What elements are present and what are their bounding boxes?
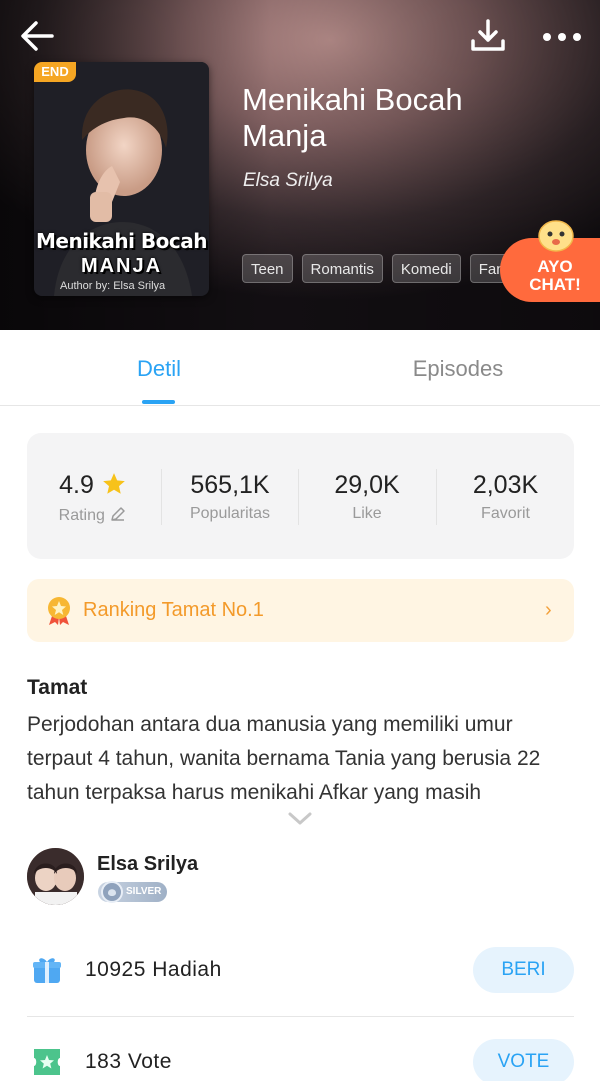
download-button[interactable] (468, 16, 508, 56)
book-title: Menikahi Bocah Manja (242, 82, 463, 153)
avatar-image (27, 848, 84, 905)
like-value: 29,0K (334, 471, 400, 499)
row-divider (27, 1016, 574, 1017)
genre-tag[interactable]: Komedi (391, 254, 461, 283)
more-options-button[interactable] (538, 20, 586, 54)
ranking-banner[interactable]: Ranking Tamat No.1 › (27, 579, 574, 642)
synopsis-text: Perjodohan antara dua manusia yang memil… (27, 713, 541, 804)
chevron-right-icon: › (545, 599, 552, 621)
book-cover[interactable]: END Menikahi Bocah MANJA Author by: Elsa… (34, 62, 209, 296)
rating-value: 4.9 (59, 471, 94, 499)
vote-ticket-icon (34, 1049, 60, 1075)
book-author[interactable]: Elsa Srilya (243, 170, 333, 192)
star-icon (103, 473, 125, 494)
stat-popularitas: 565,1K Popularitas (162, 433, 298, 559)
stat-rating[interactable]: 4.9 Rating (27, 433, 159, 559)
ranking-label: Ranking Tamat No.1 (83, 599, 264, 621)
edit-icon (111, 507, 126, 521)
chat-label-line1: AYO (537, 257, 573, 276)
completion-status: Tamat (27, 676, 88, 699)
active-tab-indicator (142, 400, 175, 404)
vote-button[interactable]: VOTE (473, 1039, 574, 1081)
genre-tags: Teen Romantis Komedi Fant (242, 254, 512, 283)
cover-title: Menikahi Bocah (36, 229, 208, 253)
author-avatar[interactable] (27, 848, 84, 905)
medal-icon (48, 597, 70, 625)
stat-rating-label: Rating (27, 505, 159, 525)
back-arrow-icon (21, 21, 54, 51)
stat-rating-value: 4.9 (27, 471, 159, 500)
popularitas-value: 565,1K (190, 471, 270, 499)
chat-mascot-icon (538, 220, 574, 252)
cover-author: Author by: Elsa Srilya (60, 280, 166, 292)
author-name[interactable]: Elsa Srilya (97, 853, 198, 876)
vote-count: 183 Vote (85, 1050, 172, 1073)
favorit-value: 2,03K (472, 471, 539, 499)
tab-bar: Detil Episodes (0, 330, 600, 406)
silver-badge-icon (101, 881, 123, 903)
gift-icon (33, 958, 61, 983)
rating-label: Rating (58, 507, 105, 524)
tab-detil[interactable]: Detil (0, 330, 318, 406)
stats-card: 4.9 Rating 565,1K Popularitas 29,0K Like… (27, 433, 574, 559)
download-icon (471, 19, 505, 51)
stat-favorit: 2,03K Favorit (437, 433, 574, 559)
tab-episodes[interactable]: Episodes (308, 330, 600, 406)
gift-count: 10925 Hadiah (85, 958, 222, 981)
genre-tag[interactable]: Romantis (301, 254, 383, 283)
stat-like: 29,0K Like (299, 433, 435, 559)
genre-tag[interactable]: Teen (242, 254, 293, 283)
beri-button[interactable]: BERI (473, 947, 574, 993)
back-button[interactable] (18, 16, 58, 56)
chat-label-line2: CHAT! (529, 275, 581, 294)
favorit-label: Favorit (481, 505, 530, 522)
top-bar (0, 0, 600, 74)
chevron-down-icon[interactable] (286, 810, 314, 828)
cover-subtitle: MANJA (80, 255, 163, 277)
more-icon (543, 33, 581, 41)
popularitas-label: Popularitas (189, 505, 271, 522)
like-label: Like (352, 505, 382, 522)
